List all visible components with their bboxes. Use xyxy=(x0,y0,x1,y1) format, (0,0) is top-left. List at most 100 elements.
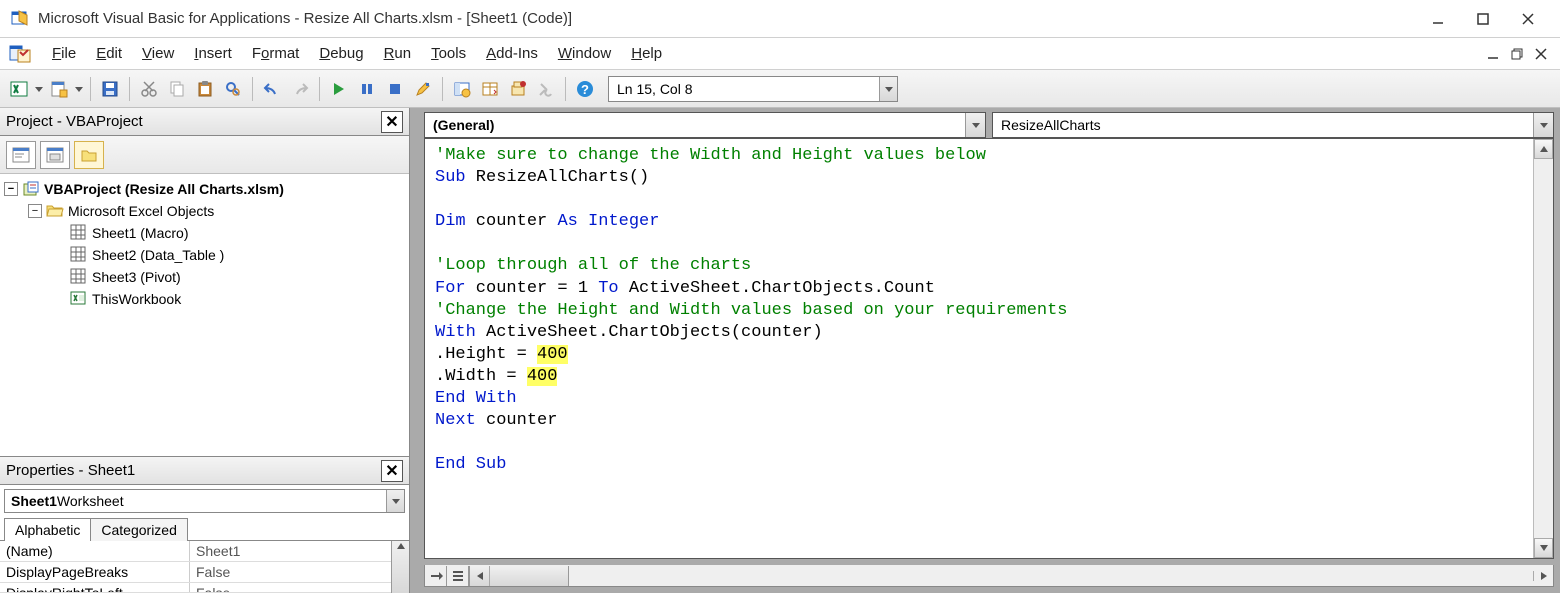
copy-icon[interactable] xyxy=(164,76,190,102)
position-indicator[interactable]: Ln 15, Col 8 xyxy=(608,76,898,102)
properties-panel-close-button[interactable]: ✕ xyxy=(381,460,403,482)
insert-module-icon[interactable] xyxy=(46,76,72,102)
worksheet-icon xyxy=(70,246,88,264)
dropdown-icon[interactable] xyxy=(386,490,404,512)
design-mode-icon[interactable] xyxy=(410,76,436,102)
object-browser-icon[interactable] xyxy=(505,76,531,102)
workbook-icon xyxy=(70,290,88,308)
project-icon xyxy=(22,180,40,198)
scroll-left-icon[interactable] xyxy=(470,566,490,586)
tree-label: Sheet2 (Data_Table ) xyxy=(92,247,224,263)
property-row[interactable]: (Name) Sheet1 xyxy=(0,541,391,562)
view-excel-icon[interactable] xyxy=(6,76,32,102)
redo-icon[interactable] xyxy=(287,76,313,102)
maximize-button[interactable] xyxy=(1460,4,1505,34)
property-value[interactable]: False xyxy=(190,583,391,592)
object-name: Sheet1 xyxy=(11,493,57,509)
reset-icon[interactable] xyxy=(382,76,408,102)
properties-panel: Properties - Sheet1 ✕ Sheet1 Worksheet A… xyxy=(0,456,409,593)
break-icon[interactable] xyxy=(354,76,380,102)
dropdown-icon[interactable] xyxy=(74,85,84,93)
excel-vba-icon xyxy=(8,42,32,66)
worksheet-icon xyxy=(70,268,88,286)
paste-icon[interactable] xyxy=(192,76,218,102)
dropdown-icon[interactable] xyxy=(1533,113,1553,137)
find-icon[interactable] xyxy=(220,76,246,102)
menu-edit[interactable]: Edit xyxy=(86,41,132,66)
procedure-combo-value: ResizeAllCharts xyxy=(1001,117,1101,133)
object-combo[interactable]: (General) xyxy=(424,112,986,138)
scroll-down-icon[interactable] xyxy=(1534,538,1553,558)
dropdown-icon[interactable] xyxy=(34,85,44,93)
properties-window-icon[interactable] xyxy=(477,76,503,102)
property-row[interactable]: DisplayPageBreaks False xyxy=(0,562,391,583)
tree-label: ThisWorkbook xyxy=(92,291,181,307)
property-value[interactable]: Sheet1 xyxy=(190,541,391,561)
collapse-icon[interactable]: − xyxy=(4,182,18,196)
properties-scrollbar[interactable] xyxy=(391,541,409,593)
tab-categorized[interactable]: Categorized xyxy=(90,518,188,541)
collapse-icon[interactable]: − xyxy=(28,204,42,218)
menu-view[interactable]: View xyxy=(132,41,184,66)
mdi-close-button[interactable] xyxy=(1530,43,1552,65)
code-vertical-scrollbar[interactable] xyxy=(1533,139,1553,558)
menu-file[interactable]: File xyxy=(42,41,86,66)
vba-app-icon xyxy=(10,9,30,29)
menu-help[interactable]: Help xyxy=(621,41,672,66)
tree-sheet-item[interactable]: Sheet3 (Pivot) xyxy=(0,266,409,288)
properties-tabs: Alphabetic Categorized xyxy=(0,517,409,541)
main-toolbar: ? Ln 15, Col 8 xyxy=(0,70,1560,108)
mdi-minimize-button[interactable] xyxy=(1482,43,1504,65)
cut-icon[interactable] xyxy=(136,76,162,102)
code-editor[interactable]: 'Make sure to change the Width and Heigh… xyxy=(424,138,1554,559)
menu-format[interactable]: Format xyxy=(242,41,310,66)
tree-label: Sheet3 (Pivot) xyxy=(92,269,181,285)
menu-run[interactable]: Run xyxy=(374,41,422,66)
tree-sheet-item[interactable]: Sheet2 (Data_Table ) xyxy=(0,244,409,266)
mdi-restore-button[interactable] xyxy=(1506,43,1528,65)
tree-project-root[interactable]: − VBAProject (Resize All Charts.xlsm) xyxy=(0,178,409,200)
scroll-up-icon[interactable] xyxy=(1534,139,1553,159)
project-panel-close-button[interactable]: ✕ xyxy=(381,111,403,133)
view-object-icon[interactable] xyxy=(40,141,70,169)
project-tree[interactable]: − VBAProject (Resize All Charts.xlsm) − … xyxy=(0,174,409,456)
code-horizontal-scrollbar[interactable] xyxy=(469,566,569,586)
save-icon[interactable] xyxy=(97,76,123,102)
property-key: (Name) xyxy=(0,541,190,561)
full-module-view-icon[interactable] xyxy=(447,566,469,586)
project-panel-title: Project - VBAProject xyxy=(6,113,143,130)
procedure-view-icon[interactable] xyxy=(425,566,447,586)
project-panel-header: Project - VBAProject ✕ xyxy=(0,108,409,136)
menu-tools[interactable]: Tools xyxy=(421,41,476,66)
view-code-icon[interactable] xyxy=(6,141,36,169)
dropdown-icon[interactable] xyxy=(879,77,897,101)
dropdown-icon[interactable] xyxy=(965,113,985,137)
undo-icon[interactable] xyxy=(259,76,285,102)
tab-alphabetic[interactable]: Alphabetic xyxy=(4,518,91,541)
menu-addins[interactable]: Add-Ins xyxy=(476,41,548,66)
procedure-combo[interactable]: ResizeAllCharts xyxy=(992,112,1554,138)
code-text[interactable]: 'Make sure to change the Width and Heigh… xyxy=(425,139,1533,558)
scroll-right-icon[interactable] xyxy=(1533,571,1553,581)
minimize-button[interactable] xyxy=(1415,4,1460,34)
menu-insert[interactable]: Insert xyxy=(184,41,242,66)
toggle-folders-icon[interactable] xyxy=(74,141,104,169)
tree-folder[interactable]: − Microsoft Excel Objects xyxy=(0,200,409,222)
code-header: (General) ResizeAllCharts xyxy=(410,108,1560,138)
menu-window[interactable]: Window xyxy=(548,41,621,66)
titlebar: Microsoft Visual Basic for Applications … xyxy=(0,0,1560,38)
toolbox-icon[interactable] xyxy=(533,76,559,102)
object-type: Worksheet xyxy=(57,493,124,509)
tree-workbook-item[interactable]: ThisWorkbook xyxy=(0,288,409,310)
close-button[interactable] xyxy=(1505,4,1550,34)
project-explorer-icon[interactable] xyxy=(449,76,475,102)
property-row[interactable]: DisplayRightToLeft False xyxy=(0,583,391,593)
position-text: Ln 15, Col 8 xyxy=(617,81,693,97)
help-icon[interactable]: ? xyxy=(572,76,598,102)
property-value[interactable]: False xyxy=(190,562,391,582)
properties-object-selector[interactable]: Sheet1 Worksheet xyxy=(4,489,405,513)
run-icon[interactable] xyxy=(326,76,352,102)
properties-grid[interactable]: (Name) Sheet1 DisplayPageBreaks False Di… xyxy=(0,541,391,593)
menu-debug[interactable]: Debug xyxy=(309,41,373,66)
tree-sheet-item[interactable]: Sheet1 (Macro) xyxy=(0,222,409,244)
